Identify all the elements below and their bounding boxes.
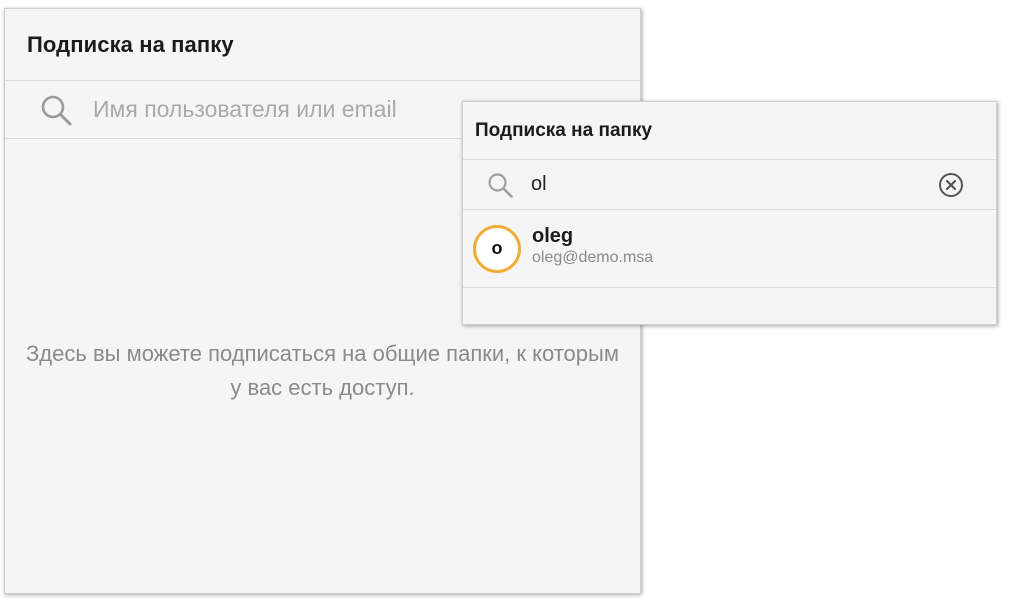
- panel-title: Подписка на папку: [27, 31, 234, 57]
- clear-search-icon[interactable]: [938, 172, 964, 198]
- search-icon: [39, 93, 73, 127]
- user-name: oleg: [532, 224, 574, 247]
- popup-header: Подписка на папку: [463, 102, 996, 160]
- search-icon: [486, 171, 514, 199]
- popup-search-bar: [463, 160, 996, 210]
- user-email: oleg@demo.msa: [532, 248, 654, 266]
- user-result-item[interactable]: o oleg oleg@demo.msa: [463, 210, 996, 288]
- popup-search-input[interactable]: [529, 172, 913, 197]
- empty-state-message: Здесь вы можете подписаться на общие пап…: [26, 341, 619, 400]
- avatar: o: [473, 224, 521, 273]
- popup-title: Подписка на папку: [475, 119, 653, 141]
- user-search-input[interactable]: [91, 95, 495, 124]
- panel-header: Подписка на папку: [5, 9, 640, 81]
- user-info: oleg oleg@demo.msa: [532, 224, 653, 268]
- folder-subscribe-popup: Подписка на папку o oleg oleg@demo.msa: [462, 101, 997, 325]
